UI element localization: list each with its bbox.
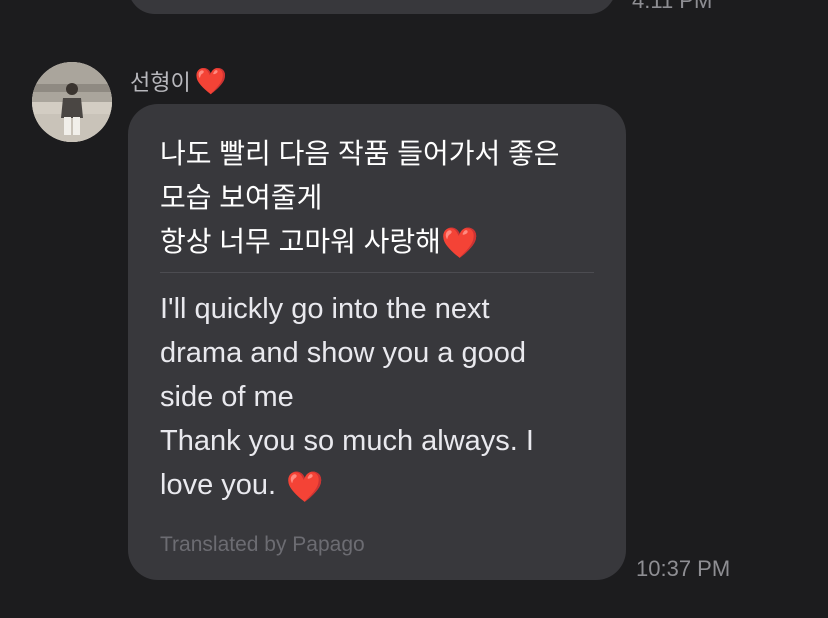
original-message-text: 나도 빨리 다음 작품 들어가서 좋은 모습 보여줄게 항상 너무 고마워 사랑…: [160, 132, 596, 264]
avatar[interactable]: [32, 62, 112, 142]
heart-emoji-icon: ❤️: [194, 66, 228, 96]
previous-message-bubble[interactable]: [128, 0, 616, 14]
translated-line-text: love you.: [160, 469, 277, 501]
translation-credit: Translated by Papago: [160, 533, 365, 556]
translated-line: drama and show you a good: [160, 337, 526, 369]
avatar-photo: [32, 62, 112, 142]
translation-divider: [160, 272, 594, 273]
original-line: 모습 보여줄게: [160, 182, 323, 213]
message-bubble[interactable]: 나도 빨리 다음 작품 들어가서 좋은 모습 보여줄게 항상 너무 고마워 사랑…: [128, 104, 626, 580]
original-line: 항상 너무 고마워 사랑해❤️: [160, 220, 596, 264]
previous-message-timestamp: 4:11 PM: [632, 0, 713, 13]
heart-emoji-icon: ❤️: [286, 471, 324, 504]
translated-line: side of me: [160, 381, 294, 413]
chat-screen: 4:11 PM 선형이 ❤️ 나도 빨리 다음 작품 들어가서 좋은 모습 보여…: [0, 0, 828, 618]
sender-name-text: 선형이: [130, 70, 191, 95]
translated-line: Thank you so much always. I: [160, 425, 534, 457]
original-line-text: 항상 너무 고마워 사랑해: [160, 226, 441, 257]
translated-line: I'll quickly go into the next: [160, 293, 490, 325]
sender-name: 선형이 ❤️: [130, 64, 227, 98]
message-timestamp: 10:37 PM: [636, 556, 731, 581]
heart-emoji-icon: ❤️: [440, 227, 479, 260]
translated-line: love you. ❤️: [160, 463, 596, 507]
original-line: 나도 빨리 다음 작품 들어가서 좋은: [160, 138, 560, 169]
translated-message-text: I'll quickly go into the next drama and …: [160, 287, 596, 507]
